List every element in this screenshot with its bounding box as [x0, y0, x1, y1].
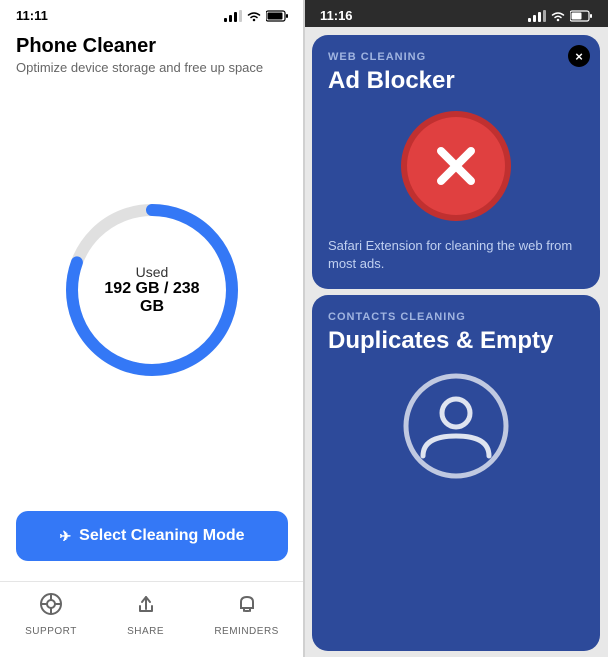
nav-item-reminders[interactable]: REMINDERS	[214, 592, 279, 637]
time-label: 11:11	[16, 8, 48, 23]
duplicates-card: CONTACTS CLEANING Duplicates & Empty	[312, 295, 600, 651]
signal-icon	[224, 10, 242, 22]
ad-blocker-icon-container	[328, 111, 584, 221]
x-mark-icon	[431, 141, 481, 191]
right-time-label: 11:16	[320, 8, 353, 23]
used-label: Used	[102, 264, 202, 280]
right-wifi-icon	[550, 10, 566, 22]
reminders-label: REMINDERS	[214, 626, 279, 637]
wifi-icon	[246, 10, 262, 22]
select-cleaning-mode-button[interactable]: ✈ Select Cleaning Mode	[16, 511, 288, 561]
share-label: SHARE	[127, 626, 164, 637]
reminders-icon	[235, 592, 259, 622]
storage-value: 192 GB / 238 GB	[102, 280, 202, 316]
cleaning-icon: ✈	[59, 528, 71, 545]
right-status-icons	[528, 10, 592, 22]
nav-item-support[interactable]: SUPPORT	[25, 592, 77, 637]
duplicates-category: CONTACTS CLEANING	[328, 311, 584, 323]
left-panel: 11:11 Phone Cleaner	[0, 0, 304, 657]
ad-blocker-category: WEB CLEANING	[328, 51, 584, 63]
ad-blocker-title: Ad Blocker	[328, 67, 584, 95]
bottom-nav: SUPPORT SHARE RE	[0, 581, 304, 657]
select-button-label: Select Cleaning Mode	[79, 527, 244, 545]
storage-circle-container: Used 192 GB / 238 GB	[0, 69, 304, 511]
app-title: Phone Cleaner	[16, 35, 288, 58]
storage-circle: Used 192 GB / 238 GB	[52, 190, 252, 390]
nav-item-share[interactable]: SHARE	[127, 592, 164, 637]
left-status-bar: 11:11	[0, 0, 304, 27]
support-icon	[39, 592, 63, 622]
status-icons	[224, 10, 288, 22]
duplicates-title: Duplicates & Empty	[328, 327, 584, 355]
support-label: SUPPORT	[25, 626, 77, 637]
close-button[interactable]: ×	[568, 45, 590, 67]
ad-blocker-card: × WEB CLEANING Ad Blocker Safari Extensi…	[312, 35, 600, 289]
contacts-icon	[401, 371, 511, 481]
panel-divider	[303, 0, 305, 657]
contacts-icon-container	[328, 371, 584, 481]
battery-icon	[266, 10, 288, 22]
right-status-bar: 11:16	[304, 0, 608, 27]
ad-blocker-circle	[401, 111, 511, 221]
share-icon	[134, 592, 158, 622]
right-panel: 11:16 × WEB CLEANIN	[304, 0, 608, 657]
x-icon-container	[420, 130, 492, 202]
right-battery-icon	[570, 10, 592, 22]
ad-blocker-description: Safari Extension for cleaning the web fr…	[328, 237, 584, 273]
right-signal-icon	[528, 10, 546, 22]
circle-text: Used 192 GB / 238 GB	[102, 264, 202, 316]
